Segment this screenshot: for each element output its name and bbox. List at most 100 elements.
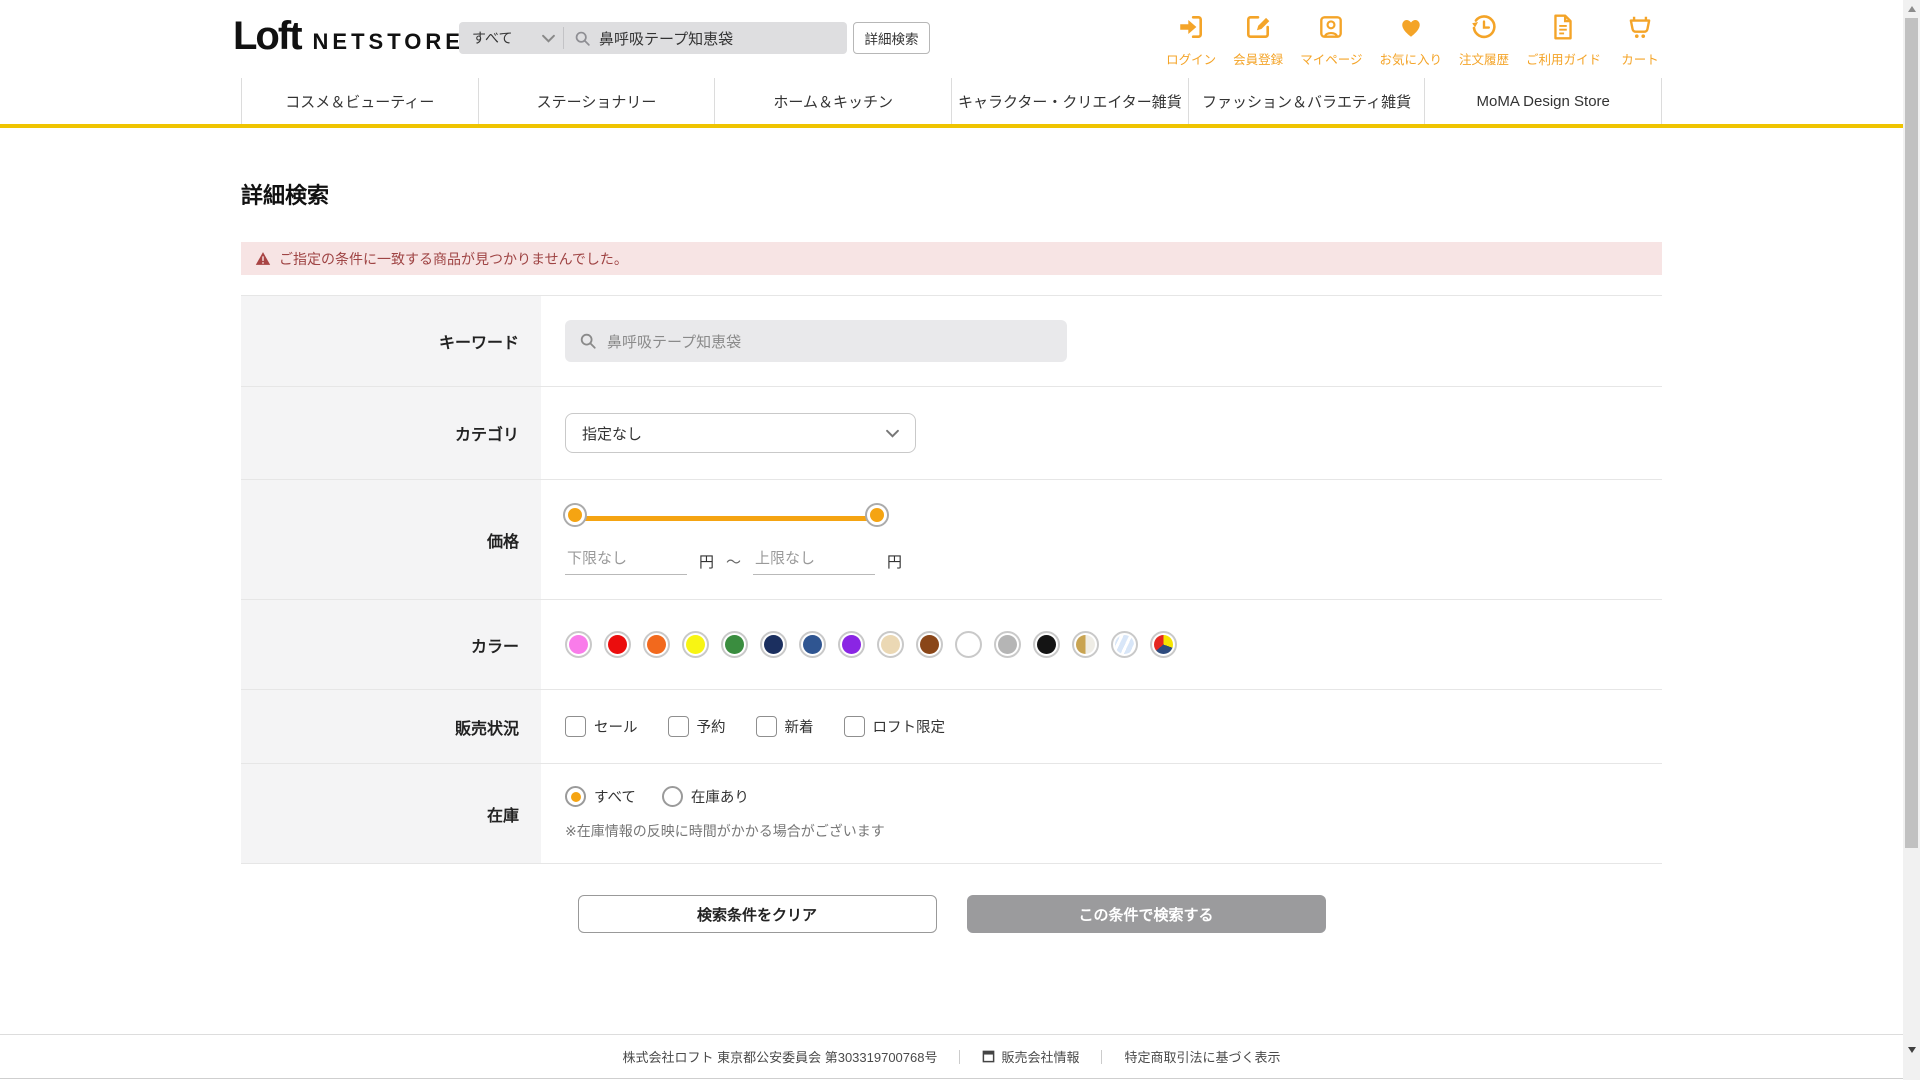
radio-label: すべて <box>594 786 636 807</box>
checkbox-label: 新着 <box>785 716 814 737</box>
stock-radio-0[interactable]: すべて <box>565 786 636 807</box>
color-swatch-red[interactable] <box>604 631 631 658</box>
nav-item-1[interactable]: ステーショナリー <box>478 78 715 124</box>
nav-item-5[interactable]: MoMA Design Store <box>1424 78 1662 124</box>
logo-loft-text: Loft <box>233 14 301 59</box>
search-category-select[interactable]: すべて <box>459 22 563 54</box>
quicklink-label: お気に入り <box>1379 49 1442 68</box>
price-max-input[interactable] <box>753 548 875 575</box>
chevron-down-icon <box>542 34 555 43</box>
color-label: カラー <box>241 600 541 689</box>
radio-icon <box>565 786 586 807</box>
sales-status-label: 販売状況 <box>241 690 541 763</box>
error-message: ご指定の条件に一致する商品が見つかりませんでした。 <box>279 249 628 269</box>
price-min-input[interactable] <box>565 548 687 575</box>
clear-color <box>1115 635 1134 654</box>
register-icon <box>1244 13 1272 46</box>
gray-color <box>998 635 1017 654</box>
price-slider-handle-min[interactable] <box>565 505 585 525</box>
quicklink-guide[interactable]: ご利用ガイド <box>1526 13 1601 68</box>
category-label: カテゴリ <box>241 387 541 479</box>
gold-silver-color <box>1076 635 1095 654</box>
sales-status-checkbox-2[interactable]: 新着 <box>756 716 814 737</box>
sales-status-checkbox-3[interactable]: ロフト限定 <box>844 716 946 737</box>
color-swatch-gold-silver[interactable] <box>1072 631 1099 658</box>
pink-color <box>569 635 588 654</box>
black-color <box>1037 635 1056 654</box>
sales-status-options: セール 予約 新着 ロフト限定 <box>565 716 945 737</box>
color-swatch-gray[interactable] <box>994 631 1021 658</box>
nav-item-0[interactable]: コスメ＆ビューティー <box>241 78 478 124</box>
footer-link-commerce-law[interactable]: 特定商取引法に基づく表示 <box>1124 1047 1280 1066</box>
checkbox-icon <box>668 716 689 737</box>
keyword-input[interactable] <box>607 333 1053 350</box>
category-select[interactable]: 指定なし <box>565 413 916 453</box>
loft-logo[interactable]: Loft NETSTORE <box>233 14 464 59</box>
multicolor-color <box>1154 635 1173 654</box>
color-swatch-green[interactable] <box>721 631 748 658</box>
quicklink-favorites[interactable]: お気に入り <box>1379 13 1442 68</box>
warning-icon <box>255 251 271 266</box>
color-swatch-clear[interactable] <box>1111 631 1138 658</box>
order-history-icon <box>1470 13 1498 46</box>
checkbox-icon <box>844 716 865 737</box>
nav-item-3[interactable]: キャラクター・クリエイター雑貨 <box>951 78 1188 124</box>
advanced-search-button[interactable]: 詳細検索 <box>853 22 930 54</box>
search-icon <box>579 332 597 350</box>
color-swatch-multicolor[interactable] <box>1150 631 1177 658</box>
quicklink-register[interactable]: 会員登録 <box>1233 13 1283 68</box>
footer-divider <box>959 1050 960 1064</box>
clear-conditions-button[interactable]: 検索条件をクリア <box>578 895 937 933</box>
stock-label: 在庫 <box>241 764 541 863</box>
form-row-sales-status: 販売状況 セール 予約 新着 ロフト限定 <box>241 690 1662 764</box>
scroll-up-arrow[interactable] <box>1903 0 1920 17</box>
page-title: 詳細検索 <box>241 178 1662 210</box>
price-range-separator: ～ <box>726 551 741 572</box>
quicklink-label: 注文履歴 <box>1459 49 1509 68</box>
color-swatch-navy[interactable] <box>760 631 787 658</box>
nav-item-2[interactable]: ホーム＆キッチン <box>714 78 951 124</box>
sales-status-checkbox-1[interactable]: 予約 <box>668 716 726 737</box>
scrollbar-thumb[interactable] <box>1905 18 1918 848</box>
cart-icon <box>1626 13 1654 46</box>
sales-status-checkbox-0[interactable]: セール <box>565 716 638 737</box>
footer-link-seller-info[interactable]: 販売会社情報 <box>982 1047 1079 1066</box>
stock-radio-1[interactable]: 在庫あり <box>662 786 749 807</box>
price-min-unit: 円 <box>699 551 714 572</box>
mypage-icon <box>1317 13 1345 46</box>
quicklink-cart[interactable]: カート <box>1618 13 1662 68</box>
quicklink-order-history[interactable]: 注文履歴 <box>1459 13 1509 68</box>
form-row-color: カラー <box>241 600 1662 690</box>
error-banner: ご指定の条件に一致する商品が見つかりませんでした。 <box>241 242 1662 275</box>
header-search-input[interactable] <box>599 30 847 47</box>
scroll-down-arrow[interactable] <box>1903 1041 1920 1058</box>
main-content: 詳細検索 ご指定の条件に一致する商品が見つかりませんでした。 キーワード カテゴ… <box>241 178 1662 933</box>
header-search-bar: すべて <box>459 22 847 54</box>
quicklink-login[interactable]: ログイン <box>1166 13 1216 68</box>
nav-item-4[interactable]: ファッション＆バラエティ雑貨 <box>1188 78 1425 124</box>
color-swatch-purple[interactable] <box>838 631 865 658</box>
checkbox-label: 予約 <box>697 716 726 737</box>
color-swatch-white[interactable] <box>955 631 982 658</box>
color-swatch-orange[interactable] <box>643 631 670 658</box>
price-slider-handle-max[interactable] <box>867 505 887 525</box>
external-link-icon <box>982 1050 995 1063</box>
login-icon <box>1177 13 1205 46</box>
color-swatch-yellow[interactable] <box>682 631 709 658</box>
checkbox-label: セール <box>594 716 638 737</box>
color-swatch-brown[interactable] <box>916 631 943 658</box>
footer-company-text: 株式会社ロフト 東京都公安委員会 第303319700768号 <box>622 1047 937 1066</box>
quicklink-label: カート <box>1621 49 1659 68</box>
quicklink-label: ご利用ガイド <box>1526 49 1601 68</box>
color-swatch-black[interactable] <box>1033 631 1060 658</box>
color-swatches <box>565 631 1177 658</box>
color-swatch-beige[interactable] <box>877 631 904 658</box>
search-with-conditions-button[interactable]: この条件で検索する <box>967 895 1326 933</box>
footer-divider <box>1101 1050 1102 1064</box>
red-color <box>608 635 627 654</box>
color-swatch-pink[interactable] <box>565 631 592 658</box>
search-icon <box>574 30 591 47</box>
quicklink-label: ログイン <box>1166 49 1216 68</box>
quicklink-mypage[interactable]: マイページ <box>1300 13 1362 68</box>
color-swatch-blue[interactable] <box>799 631 826 658</box>
